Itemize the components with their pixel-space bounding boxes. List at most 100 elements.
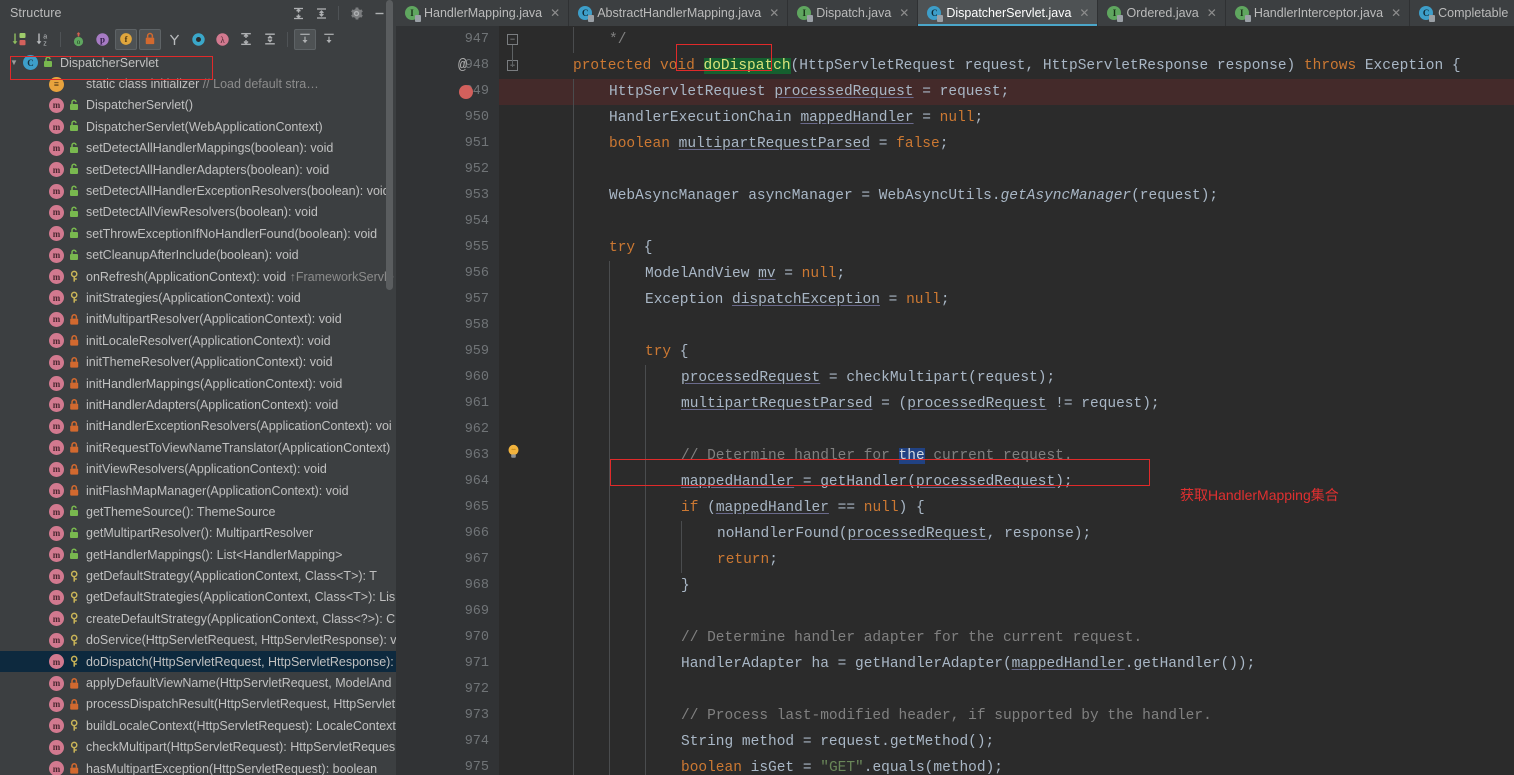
code-line[interactable]: Exception dispatchException = null; — [529, 287, 1514, 313]
structure-tree-item[interactable]: m setThrowExceptionIfNoHandlerFound(boole… — [0, 223, 396, 244]
collapse-all-button[interactable] — [259, 29, 281, 50]
code-line[interactable]: if (mappedHandler == null) { — [529, 495, 1514, 521]
code-editor[interactable]: 947 948 949 950 951 952 953 954 955 956 957 958 959 9… — [396, 26, 1514, 775]
expand-all-icon[interactable] — [287, 2, 309, 24]
structure-tree-item[interactable]: m initLocaleResolver(ApplicationContext):… — [0, 330, 396, 351]
show-anonymous-classes-button[interactable] — [187, 29, 209, 50]
structure-tree-item[interactable]: m initHandlerAdapters(ApplicationContext)… — [0, 394, 396, 415]
code-line[interactable] — [529, 209, 1514, 235]
structure-tree-item[interactable]: m initViewResolvers(ApplicationContext): … — [0, 458, 396, 479]
code-line[interactable]: */ — [529, 27, 1514, 53]
expand-all-button[interactable] — [235, 29, 257, 50]
structure-tree-item[interactable]: m doDispatch(HttpServletRequest, HttpServ… — [0, 650, 396, 673]
structure-tree-item[interactable]: m getDefaultStrategies(ApplicationContext… — [0, 587, 396, 608]
structure-tree-item[interactable]: m applyDefaultViewName(HttpServletRequest… — [0, 672, 396, 693]
structure-tree-item[interactable]: m setCleanupAfterInclude(boolean): void — [0, 245, 396, 266]
code-line[interactable]: // Determine handler for the current req… — [529, 443, 1514, 469]
editor-tab-handlerinterceptor-java[interactable]: I HandlerInterceptor.java ✕ — [1225, 0, 1411, 26]
structure-root-node[interactable]: ▼ C DispatcherServlet — [0, 52, 396, 73]
code-line[interactable]: String method = request.getMethod(); — [529, 729, 1514, 755]
structure-tree-item[interactable]: m buildLocaleContext(HttpServletRequest):… — [0, 715, 396, 736]
structure-tree-item[interactable]: m initHandlerExceptionResolvers(Applicati… — [0, 416, 396, 437]
code-line[interactable] — [529, 157, 1514, 183]
structure-tree-item[interactable]: m DispatcherServlet(WebApplicationContext… — [0, 116, 396, 137]
code-line[interactable]: // Process last-modified header, if supp… — [529, 703, 1514, 729]
structure-tree-item[interactable]: m DispatcherServlet() — [0, 95, 396, 116]
code-line[interactable]: HttpServletRequest processedRequest = re… — [529, 79, 1514, 105]
structure-tree-item[interactable]: m setDetectAllHandlerMappings(boolean): v… — [0, 138, 396, 159]
structure-tree-item[interactable]: m checkMultipart(HttpServletRequest): Htt… — [0, 737, 396, 758]
structure-tree-item[interactable]: m getDefaultStrategy(ApplicationContext, … — [0, 565, 396, 586]
show-lambdas-button[interactable]: λ — [211, 29, 233, 50]
close-icon[interactable]: ✕ — [769, 6, 779, 20]
structure-tree-item[interactable]: m getMultipartResolver(): MultipartResolv… — [0, 523, 396, 544]
code-line[interactable]: protected void doDispatch(HttpServletReq… — [529, 53, 1514, 79]
structure-tree-item[interactable]: m setDetectAllViewResolvers(boolean): voi… — [0, 202, 396, 223]
code-folding-strip[interactable]: −− — [499, 26, 529, 775]
close-icon[interactable]: ✕ — [1207, 6, 1217, 20]
code-line[interactable]: mappedHandler = getHandler(processedRequ… — [529, 469, 1514, 495]
structure-tree-item[interactable]: m onRefresh(ApplicationContext): void ↑Fr… — [0, 266, 396, 287]
structure-tree-item[interactable]: m hasMultipartException(HttpServletReques… — [0, 758, 396, 775]
editor-tab-dispatcherservlet-java[interactable]: C DispatcherServlet.java ✕ — [918, 0, 1099, 26]
breakpoint-icon[interactable] — [459, 85, 473, 99]
code-line[interactable]: noHandlerFound(processedRequest, respons… — [529, 521, 1514, 547]
code-line[interactable]: boolean multipartRequestParsed = false; — [529, 131, 1514, 157]
code-line[interactable]: processedRequest = checkMultipart(reques… — [529, 365, 1514, 391]
code-line[interactable]: ModelAndView mv = null; — [529, 261, 1514, 287]
structure-tree-item[interactable]: m initHandlerMappings(ApplicationContext)… — [0, 373, 396, 394]
code-line[interactable]: try { — [529, 339, 1514, 365]
editor-tabs[interactable]: I HandlerMapping.java ✕ C AbstractHandlerMap… — [396, 0, 1514, 26]
show-non-public-button[interactable]: o — [67, 29, 89, 50]
close-icon[interactable]: ✕ — [1391, 6, 1401, 20]
structure-tree-item[interactable]: m initThemeResolver(ApplicationContext): … — [0, 351, 396, 372]
fold-marker-947[interactable]: − — [507, 34, 518, 45]
code-line[interactable]: HandlerExecutionChain mappedHandler = nu… — [529, 105, 1514, 131]
structure-tree-item[interactable]: m getThemeSource(): ThemeSource — [0, 501, 396, 522]
code-line[interactable]: HandlerAdapter ha = getHandlerAdapter(ma… — [529, 651, 1514, 677]
show-non-public-members-button[interactable] — [139, 28, 161, 50]
autoscroll-from-source-button[interactable] — [318, 29, 340, 50]
close-icon[interactable]: ✕ — [1079, 6, 1089, 20]
code-line[interactable]: multipartRequestParsed = (processedReque… — [529, 391, 1514, 417]
autoscroll-to-source-button[interactable] — [294, 28, 316, 50]
code-line[interactable] — [529, 417, 1514, 443]
editor-tab-completable[interactable]: C Completable — [1410, 0, 1514, 26]
structure-tree-item[interactable]: m doService(HttpServletRequest, HttpServl… — [0, 630, 396, 651]
structure-tree-item[interactable]: m createDefaultStrategy(ApplicationContex… — [0, 608, 396, 629]
code-line[interactable]: WebAsyncManager asyncManager = WebAsyncU… — [529, 183, 1514, 209]
editor-gutter[interactable]: 947 948 949 950 951 952 953 954 955 956 957 958 959 9… — [396, 26, 499, 775]
code-line[interactable]: boolean isGet = "GET".equals(method); — [529, 755, 1514, 775]
code-text-area[interactable]: */protected void doDispatch(HttpServletR… — [529, 26, 1514, 775]
code-line[interactable]: // Determine handler adapter for the cur… — [529, 625, 1514, 651]
editor-tab-dispatch-java[interactable]: I Dispatch.java ✕ — [788, 0, 919, 26]
sort-by-visibility-button[interactable] — [8, 29, 30, 50]
code-line[interactable]: return; — [529, 547, 1514, 573]
close-icon[interactable]: ✕ — [550, 6, 560, 20]
structure-tree-item[interactable]: m initFlashMapManager(ApplicationContext)… — [0, 480, 396, 501]
editor-tab-ordered-java[interactable]: I Ordered.java ✕ — [1098, 0, 1226, 26]
code-line[interactable]: } — [529, 573, 1514, 599]
structure-tree-item[interactable]: m getHandlerMappings(): List<HandlerMappi… — [0, 544, 396, 565]
show-properties-button[interactable]: p — [91, 29, 113, 50]
show-fields-button[interactable]: f — [115, 28, 137, 50]
override-method-icon[interactable]: @ — [458, 53, 467, 79]
show-inherited-button[interactable] — [163, 29, 185, 50]
code-line[interactable] — [529, 313, 1514, 339]
structure-tree-item[interactable]: m setDetectAllHandlerExceptionResolvers(b… — [0, 180, 396, 201]
intention-bulb-icon[interactable] — [507, 443, 520, 469]
editor-tab-handlermapping-java[interactable]: I HandlerMapping.java ✕ — [396, 0, 570, 26]
editor-tab-abstracthandlermapping-java[interactable]: C AbstractHandlerMapping.java ✕ — [569, 0, 789, 26]
structure-tree-item[interactable]: m initRequestToViewNameTranslator(Applica… — [0, 437, 396, 458]
collapse-all-icon[interactable] — [310, 2, 332, 24]
code-line[interactable] — [529, 677, 1514, 703]
structure-tree-item[interactable]: m initStrategies(ApplicationContext): voi… — [0, 287, 396, 308]
sort-alphabetically-button[interactable]: az — [32, 29, 54, 50]
code-line[interactable] — [529, 599, 1514, 625]
close-icon[interactable]: ✕ — [899, 6, 909, 20]
gear-icon[interactable] — [345, 2, 367, 24]
structure-tree-item[interactable]: m initMultipartResolver(ApplicationContex… — [0, 309, 396, 330]
chevron-down-icon[interactable]: ▼ — [10, 58, 23, 67]
code-line[interactable]: try { — [529, 235, 1514, 261]
structure-tree[interactable]: ▼ C DispatcherServlet ≡ static class initial… — [0, 52, 396, 775]
